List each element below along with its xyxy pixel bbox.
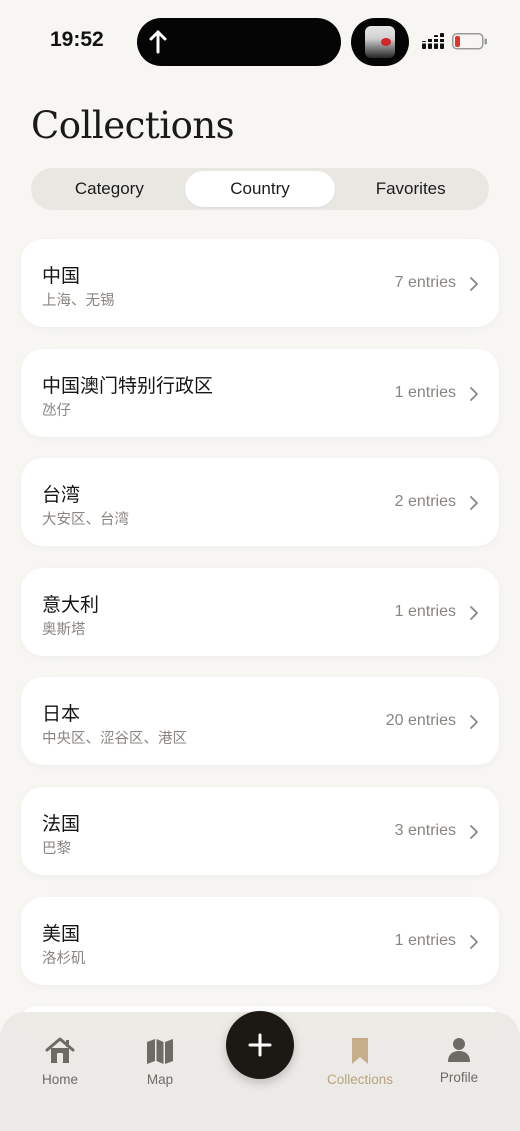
map-icon bbox=[147, 1039, 173, 1064]
tab-collections[interactable]: Collections bbox=[315, 1036, 405, 1087]
segment-category[interactable]: Category bbox=[34, 171, 185, 207]
tab-profile-label: Profile bbox=[439, 1070, 479, 1085]
collection-subtitle: 洛杉矶 bbox=[42, 950, 86, 967]
collection-row[interactable]: 意大利 奥斯塔 1 entries bbox=[21, 567, 499, 656]
entries-count: 7 entries bbox=[394, 274, 456, 291]
dynamic-island[interactable] bbox=[137, 18, 341, 66]
entries-count: 1 entries bbox=[394, 931, 456, 949]
add-entry-button[interactable] bbox=[226, 1011, 294, 1079]
collection-title: 中国澳门特别行政区 bbox=[42, 374, 214, 397]
chevron-right-icon bbox=[470, 825, 478, 839]
tab-map[interactable]: Map bbox=[115, 1036, 205, 1087]
collection-title: 日本 bbox=[42, 703, 81, 726]
chevron-right-icon bbox=[470, 496, 478, 511]
collection-title: 美国 bbox=[42, 922, 81, 945]
collection-row[interactable]: 台湾 大安区、台湾 2 entries bbox=[21, 458, 499, 547]
tab-home-label: Home bbox=[41, 1072, 78, 1087]
plus-icon bbox=[248, 1033, 272, 1057]
signal-icon bbox=[422, 33, 444, 49]
collection-subtitle: 大安区、台湾 bbox=[42, 512, 129, 529]
tab-map-label: Map bbox=[146, 1072, 174, 1087]
collection-row[interactable]: 法国 巴黎 3 entries bbox=[21, 786, 499, 875]
chevron-right-icon bbox=[470, 934, 478, 949]
collection-filter-segmented-control: Category Country Favorites bbox=[31, 168, 489, 210]
entries-count: 1 entries bbox=[394, 602, 456, 620]
status-time: 19:52 bbox=[50, 28, 104, 51]
collection-subtitle: 氹仔 bbox=[42, 402, 71, 419]
collection-subtitle: 上海、无锡 bbox=[42, 293, 115, 309]
status-bar: 19:52 bbox=[0, 0, 520, 84]
collection-row[interactable]: 中国 上海、无锡 7 entries bbox=[21, 239, 499, 327]
collection-subtitle: 巴黎 bbox=[42, 840, 71, 857]
entries-count: 20 entries bbox=[385, 712, 456, 730]
collection-title: 中国 bbox=[42, 265, 81, 287]
segment-favorites[interactable]: Favorites bbox=[335, 171, 486, 207]
entries-count: 1 entries bbox=[394, 383, 456, 401]
tab-profile[interactable]: Profile bbox=[414, 1036, 504, 1085]
home-icon bbox=[45, 1037, 75, 1063]
tab-bar: Home Map Collections Profile bbox=[0, 1011, 520, 1131]
collection-title: 台湾 bbox=[42, 484, 81, 507]
island-activity[interactable] bbox=[351, 18, 409, 66]
tab-home[interactable]: Home bbox=[15, 1036, 105, 1087]
tab-collections-label: Collections bbox=[326, 1072, 394, 1087]
bookmark-icon bbox=[352, 1038, 368, 1064]
chevron-right-icon bbox=[470, 715, 478, 730]
collection-title: 意大利 bbox=[42, 593, 100, 616]
person-icon bbox=[448, 1038, 470, 1062]
collection-subtitle: 中央区、涩谷区、港区 bbox=[42, 731, 187, 748]
collection-row[interactable]: 美国 洛杉矶 1 entries bbox=[21, 896, 499, 985]
segment-country[interactable]: Country bbox=[184, 171, 336, 207]
collection-row[interactable]: 日本 中央区、涩谷区、港区 20 entries bbox=[21, 677, 499, 766]
collection-subtitle: 奥斯塔 bbox=[42, 621, 86, 638]
chevron-right-icon bbox=[470, 386, 478, 401]
page-title: Collections bbox=[31, 104, 235, 147]
collection-row[interactable]: 中国澳门特别行政区 氹仔 1 entries bbox=[21, 348, 499, 437]
entries-count: 2 entries bbox=[394, 493, 456, 511]
collection-list: 中国 上海、无锡 7 entries 中国澳门特别行政区 氹仔 1 entrie… bbox=[21, 239, 499, 1058]
avatar-icon bbox=[365, 26, 395, 58]
chevron-right-icon bbox=[470, 277, 478, 291]
navigation-arrow-icon bbox=[149, 30, 167, 54]
battery-low-icon bbox=[452, 33, 487, 50]
chevron-right-icon bbox=[470, 605, 478, 620]
entries-count: 3 entries bbox=[394, 821, 456, 839]
collection-title: 法国 bbox=[42, 812, 81, 835]
